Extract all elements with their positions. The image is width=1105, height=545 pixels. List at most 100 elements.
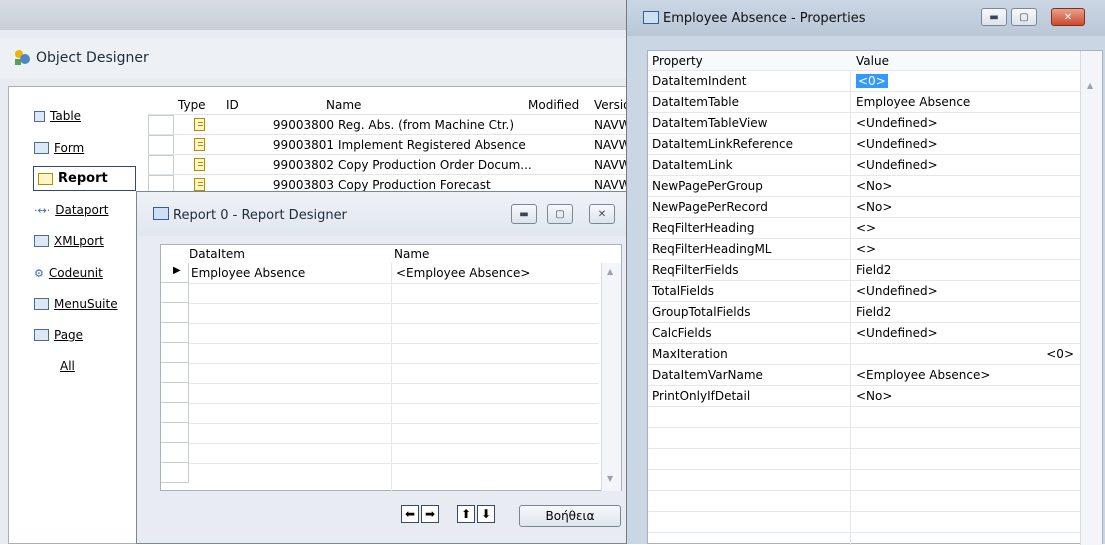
property-row[interactable]: ReqFilterFields Field2 <box>648 260 1080 281</box>
property-row[interactable]: GroupTotalFields Field2 <box>648 302 1080 323</box>
grid-line <box>189 383 599 384</box>
object-id: 99003800 <box>272 118 334 132</box>
properties-window: Employee Absence - Properties ▬ ▢ ✕ Prop… <box>626 0 1105 545</box>
scroll-up-icon[interactable]: ▲ <box>607 267 613 276</box>
maximize-button[interactable]: ▢ <box>1011 8 1037 26</box>
maximize-button[interactable]: ▢ <box>547 204 573 224</box>
column-header-dataitem[interactable]: DataItem <box>189 247 245 265</box>
column-header-name[interactable]: Name <box>394 247 429 265</box>
nav-report-button[interactable]: Report <box>33 166 136 191</box>
vertical-scrollbar[interactable]: ▲ <box>1080 51 1102 545</box>
move-up-button[interactable]: ⬆ <box>457 505 475 523</box>
table-icon <box>34 110 45 122</box>
property-row[interactable]: PrintOnlyIfDetail <No> <box>648 386 1080 407</box>
nav-table-button[interactable]: Table <box>34 105 81 127</box>
empty-row <box>648 428 1080 449</box>
row-selector[interactable] <box>161 343 189 363</box>
nav-dataport-label: Dataport <box>55 203 109 217</box>
nav-codeunit-button[interactable]: ⚙ Codeunit <box>34 262 103 284</box>
dataitem-grid: DataItem Name ▶ Employee Absence <Employ… <box>160 244 622 491</box>
nav-menusuite-button[interactable]: MenuSuite <box>34 293 118 315</box>
property-value[interactable]: <Undefined> <box>856 158 938 172</box>
minimize-button[interactable]: ▬ <box>981 8 1007 26</box>
nav-dataport-button[interactable]: ·↔· Dataport <box>34 199 108 221</box>
property-row[interactable]: DataItemVarName <Employee Absence> <box>648 365 1080 386</box>
row-selector[interactable] <box>161 303 189 323</box>
row-selector[interactable] <box>161 283 189 303</box>
nav-form-button[interactable]: Form <box>34 137 84 159</box>
current-row-selector[interactable]: ▶ <box>161 263 189 283</box>
report-type-icon <box>194 178 205 191</box>
table-row[interactable]: 99003802 Copy Production Order Docum... … <box>148 154 631 175</box>
nav-form-label: Form <box>54 141 85 155</box>
nav-xmlport-button[interactable]: XMLport <box>34 230 104 252</box>
property-row[interactable]: ReqFilterHeading <> <box>648 218 1080 239</box>
table-row[interactable]: 99003800 Reg. Abs. (from Machine Ctr.) N… <box>148 114 631 135</box>
row-selector[interactable] <box>161 383 189 403</box>
vertical-scrollbar[interactable]: ▲ ▼ <box>601 263 621 491</box>
dataitem-cell[interactable]: Employee Absence <box>191 266 305 280</box>
scroll-down-icon[interactable]: ▼ <box>607 474 613 483</box>
property-value[interactable]: <Undefined> <box>856 326 938 340</box>
property-value[interactable]: <Undefined> <box>856 284 938 298</box>
row-selector[interactable] <box>148 115 174 135</box>
property-value[interactable]: <Employee Absence> <box>856 368 990 382</box>
dataitem-name-cell[interactable]: <Employee Absence> <box>396 266 530 280</box>
property-value[interactable]: <0> <box>1046 347 1074 361</box>
property-row[interactable]: DataItemLink <Undefined> <box>648 155 1080 176</box>
table-row[interactable]: 99003801 Implement Registered Absence NA… <box>148 134 631 155</box>
grid-line <box>189 363 599 364</box>
property-name: ReqFilterHeadingML <box>652 242 772 256</box>
property-value[interactable]: Field2 <box>856 263 891 277</box>
grid-line <box>189 463 599 464</box>
property-row[interactable]: CalcFields <Undefined> <box>648 323 1080 344</box>
property-value[interactable]: <Undefined> <box>856 116 938 130</box>
grid-line <box>189 343 599 344</box>
object-name: Copy Production Order Docum... <box>338 158 532 172</box>
nav-all-button[interactable]: All <box>60 355 75 377</box>
property-value[interactable]: <No> <box>856 389 892 403</box>
property-row[interactable]: ReqFilterHeadingML <> <box>648 239 1080 260</box>
row-selector[interactable] <box>161 363 189 383</box>
help-button[interactable]: Βοήθεια <box>519 505 621 527</box>
move-down-button[interactable]: ⬇ <box>477 505 495 523</box>
minimize-button[interactable]: ▬ <box>511 204 537 224</box>
property-row[interactable]: TotalFields <Undefined> <box>648 281 1080 302</box>
close-button[interactable]: ✕ <box>589 204 615 224</box>
column-header-value[interactable]: Value <box>856 54 889 68</box>
column-header-property[interactable]: Property <box>652 54 703 68</box>
indent-right-button[interactable]: ➡ <box>421 505 439 523</box>
property-value[interactable]: <No> <box>856 200 892 214</box>
row-selector[interactable] <box>161 403 189 423</box>
property-row[interactable]: DataItemTable Employee Absence <box>648 92 1080 113</box>
nav-page-button[interactable]: Page <box>34 324 83 346</box>
grid-line <box>189 303 599 304</box>
row-selector[interactable] <box>161 423 189 443</box>
property-value[interactable]: <> <box>856 242 876 256</box>
property-row[interactable]: NewPagePerRecord <No> <box>648 197 1080 218</box>
property-value[interactable]: Employee Absence <box>856 95 970 109</box>
property-row[interactable]: NewPagePerGroup <No> <box>648 176 1080 197</box>
row-selector[interactable] <box>161 443 189 463</box>
property-row[interactable]: DataItemIndent <0> <box>648 71 1080 92</box>
close-button[interactable]: ✕ <box>1051 8 1085 26</box>
object-name: Implement Registered Absence <box>338 138 526 152</box>
property-value[interactable]: <No> <box>856 179 892 193</box>
indent-left-button[interactable]: ⬅ <box>401 505 419 523</box>
report-type-icon <box>194 138 205 151</box>
property-value[interactable]: Field2 <box>856 305 891 319</box>
scroll-up-icon[interactable]: ▲ <box>1087 81 1093 90</box>
property-name: TotalFields <box>652 284 714 298</box>
row-selector[interactable] <box>148 135 174 155</box>
property-row[interactable]: MaxIteration <0> <box>648 344 1080 365</box>
row-selector[interactable] <box>161 323 189 343</box>
property-row[interactable]: DataItemLinkReference <Undefined> <box>648 134 1080 155</box>
report-type-icon <box>194 158 205 171</box>
row-selector[interactable] <box>148 155 174 175</box>
property-row[interactable]: DataItemTableView <Undefined> <box>648 113 1080 134</box>
property-value[interactable]: <Undefined> <box>856 137 938 151</box>
report-type-icon <box>194 118 205 131</box>
row-selector[interactable] <box>161 463 189 483</box>
property-value-selected[interactable]: <0> <box>856 74 888 88</box>
property-value[interactable]: <> <box>856 221 876 235</box>
